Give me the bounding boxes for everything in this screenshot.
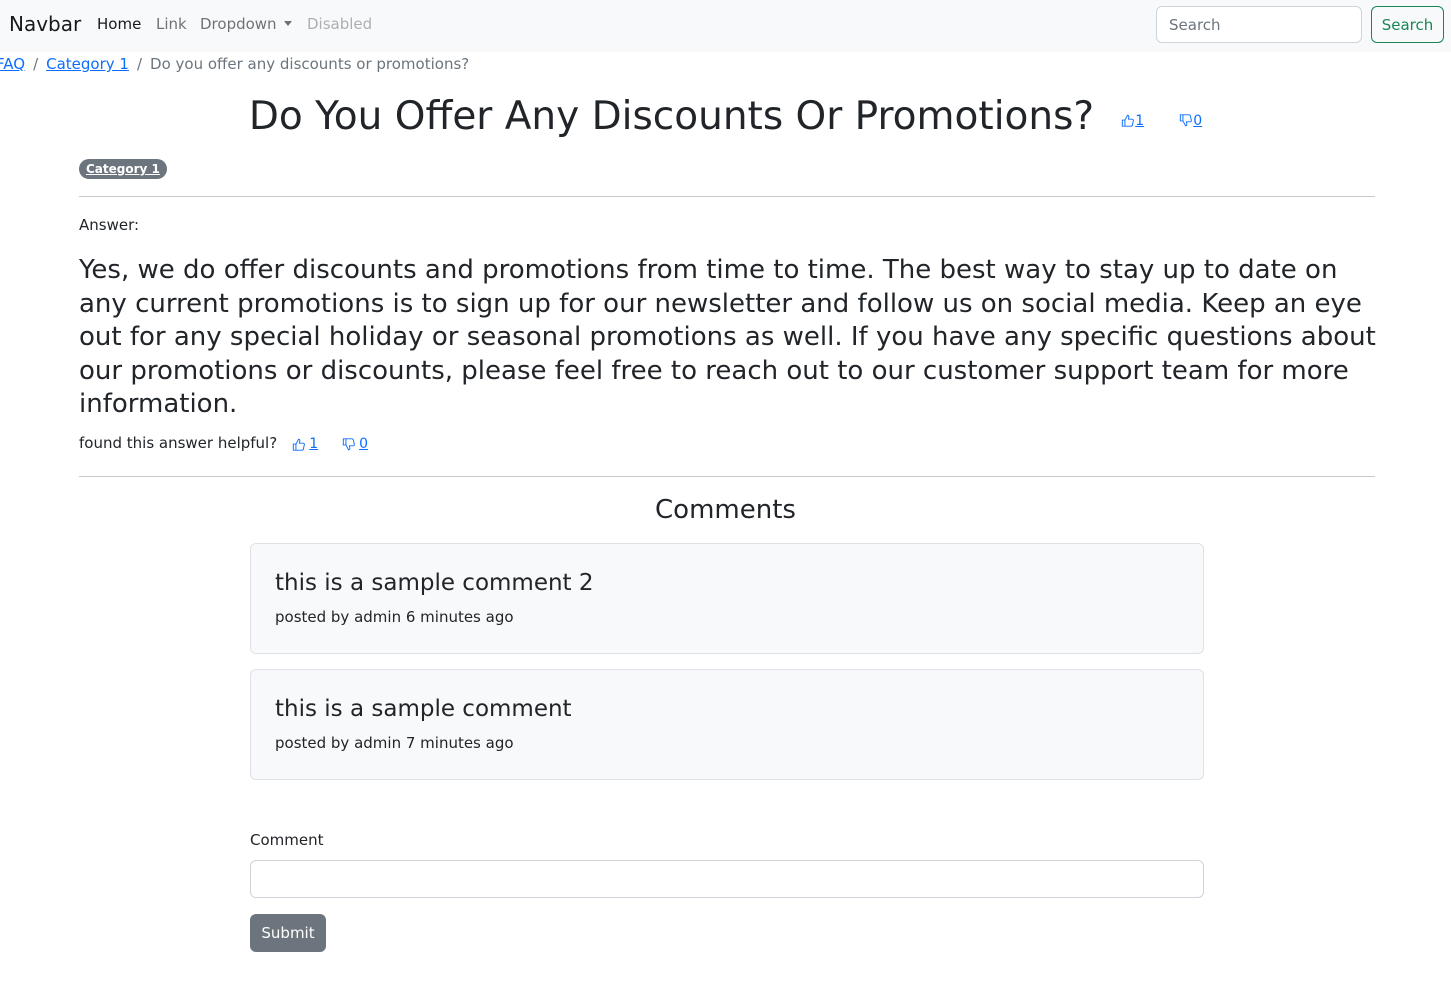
comment-label: Comment [250, 831, 324, 849]
nav-link-home[interactable]: Home [97, 15, 141, 33]
answer-downvote-button[interactable]: 0 [342, 436, 368, 452]
nav-dropdown[interactable]: Dropdown [200, 15, 292, 33]
question-upvote-button[interactable]: 1 [1121, 113, 1144, 129]
nav-link-link[interactable]: Link [156, 15, 187, 33]
comment-card: this is a sample comment posted by admin… [250, 669, 1204, 780]
thumbs-down-icon [1180, 114, 1193, 127]
breadcrumb-category[interactable]: Category 1 [46, 55, 129, 73]
category-badge[interactable]: Category 1 [79, 159, 167, 179]
breadcrumb-current: Do you offer any discounts or promotions… [150, 55, 470, 73]
breadcrumb: FAQ / Category 1 / Do you offer any discount… [0, 55, 469, 73]
answer-text: Yes, we do offer discounts and promotion… [79, 255, 1376, 420]
answer-downvote-count: 0 [359, 436, 369, 452]
question-header: Do You Offer Any Discounts Or Promotions… [0, 94, 1451, 139]
comment-input[interactable] [250, 860, 1204, 898]
comment-meta: posted by admin 7 minutes ago [275, 734, 514, 752]
comments-heading: Comments [655, 495, 796, 525]
submit-button[interactable]: Submit [250, 914, 326, 952]
helpful-prompt: found this answer helpful? [79, 434, 278, 452]
nav-dropdown-label: Dropdown [200, 15, 277, 33]
thumbs-up-icon [1122, 114, 1135, 127]
helpful-row: found this answer helpful? 1 0 [79, 434, 368, 452]
caret-down-icon [283, 21, 292, 26]
search-button[interactable]: Search [1371, 6, 1444, 43]
comment-text: this is a sample comment 2 [275, 570, 594, 596]
comment-meta: posted by admin 6 minutes ago [275, 608, 514, 626]
answer-upvote-count: 1 [309, 436, 319, 452]
question-downvote-count: 0 [1193, 112, 1203, 129]
thumbs-up-icon [293, 438, 306, 451]
answer-upvote-button[interactable]: 1 [292, 436, 318, 452]
page-title: Do You Offer Any Discounts Or Promotions… [248, 94, 1095, 139]
divider [79, 196, 1375, 197]
answer-label: Answer: [79, 216, 140, 234]
breadcrumb-faq[interactable]: FAQ [0, 55, 25, 73]
comment-card: this is a sample comment 2 posted by adm… [250, 543, 1204, 654]
navbar-brand[interactable]: Navbar [9, 12, 81, 36]
breadcrumb-separator: / [136, 55, 143, 73]
navbar: Navbar Home Link Dropdown Disabled Searc… [0, 0, 1451, 52]
search-input[interactable] [1156, 6, 1362, 43]
breadcrumb-separator: / [33, 55, 39, 73]
comment-text: this is a sample comment [275, 696, 572, 722]
question-downvote-button[interactable]: 0 [1179, 113, 1202, 129]
question-upvote-count: 1 [1135, 112, 1145, 129]
nav-link-disabled: Disabled [307, 15, 373, 33]
divider [79, 476, 1375, 477]
thumbs-down-icon [342, 437, 355, 450]
